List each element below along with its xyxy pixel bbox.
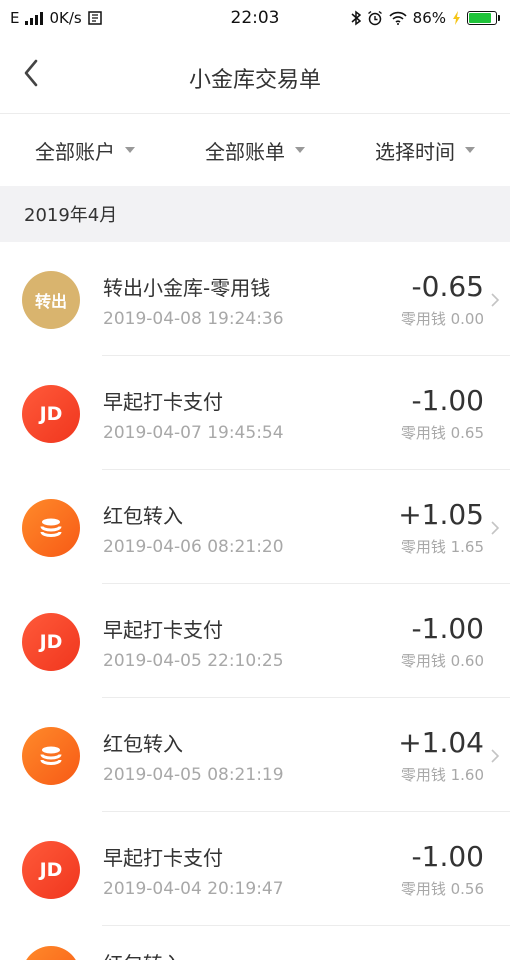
badge-text: JD [39, 403, 63, 425]
transaction-row[interactable]: 红包转入 2019-04-06 08:21:20 +1.05 零用钱 1.65 [0, 470, 510, 584]
transaction-title: 转出小金库-零用钱 [103, 276, 271, 300]
balance-after: 零用钱 1.65 [400, 538, 484, 556]
transaction-amount: -1.00 [411, 384, 484, 417]
wifi-icon [389, 11, 407, 25]
transaction-row[interactable]: JD 早起打卡支付 2019-04-07 19:45:54 -1.00 零用钱 … [0, 356, 510, 470]
balance-after: 零用钱 0.60 [400, 652, 484, 670]
filter-bar: 全部账户 全部账单 选择时间 [0, 114, 510, 186]
transaction-time: 2019-04-04 20:19:47 [103, 879, 284, 899]
transaction-title: 红包转入 [103, 732, 183, 756]
balance-after: 零用钱 0.56 [400, 880, 484, 898]
coins-icon [22, 946, 80, 960]
balance-after: 零用钱 1.60 [400, 766, 484, 784]
transaction-title: 早起打卡支付 [103, 390, 223, 414]
month-label: 2019年4月 [24, 205, 118, 226]
filter-label: 全部账户 [35, 139, 115, 164]
filter-bill-dropdown[interactable]: 全部账单 [170, 136, 340, 165]
transaction-title: 红包转入 [103, 948, 183, 960]
dropdown-arrow-icon [295, 147, 305, 153]
filter-account-dropdown[interactable]: 全部账户 [0, 136, 170, 165]
charging-icon [453, 11, 460, 25]
chevron-right-icon [491, 749, 500, 763]
dropdown-arrow-icon [125, 147, 135, 153]
battery-percent: 86% [412, 9, 446, 27]
page-title: 小金库交易单 [188, 68, 321, 93]
transaction-row[interactable]: JD 早起打卡支付 2019-04-05 22:10:25 -1.00 零用钱 … [0, 584, 510, 698]
transaction-title: 早起打卡支付 [103, 618, 223, 642]
transaction-amount: -1.00 [411, 840, 484, 873]
balance-after: 零用钱 0.65 [400, 424, 484, 442]
transaction-amount: +1.04 [398, 726, 484, 759]
bluetooth-icon [351, 10, 361, 26]
chevron-right-icon [491, 521, 500, 535]
balance-after: 零用钱 0.00 [400, 310, 484, 328]
transaction-time: 2019-04-06 08:21:20 [103, 537, 284, 557]
chevron-right-icon [491, 293, 500, 307]
nav-bar: 小金库交易单 [0, 36, 510, 114]
badge-text: JD [39, 859, 63, 881]
dropdown-arrow-icon [465, 147, 475, 153]
screenshot-icon [87, 11, 102, 25]
filter-label: 选择时间 [375, 139, 455, 164]
transaction-amount: +1.05 [398, 498, 484, 531]
filter-label: 全部账单 [205, 139, 285, 164]
transaction-row[interactable]: 红包转入 2019-04-05 08:21:19 +1.04 零用钱 1.60 [0, 698, 510, 812]
badge-text: JD [39, 631, 63, 653]
jd-badge: JD [22, 613, 80, 671]
coins-icon [22, 499, 80, 557]
coins-icon [22, 727, 80, 785]
transaction-title: 红包转入 [103, 504, 183, 528]
transaction-amount: -1.00 [411, 612, 484, 645]
transaction-time: 2019-04-05 22:10:25 [103, 651, 284, 671]
transaction-amount: -0.65 [411, 270, 484, 303]
transaction-title: 早起打卡支付 [103, 846, 223, 870]
jd-badge: JD [22, 841, 80, 899]
transaction-time: 2019-04-05 08:21:19 [103, 765, 284, 785]
status-bar: E 0K/s 22:03 86% [0, 0, 510, 36]
transaction-list: 转出 转出小金库-零用钱 2019-04-08 19:24:36 -0.65 零… [0, 242, 510, 926]
filter-time-dropdown[interactable]: 选择时间 [340, 136, 510, 165]
jd-badge: JD [22, 385, 80, 443]
badge-text: 转出 [34, 292, 67, 311]
status-right: 86% [351, 9, 500, 27]
status-left: E 0K/s [10, 9, 102, 27]
transaction-row[interactable]: 转出 转出小金库-零用钱 2019-04-08 19:24:36 -0.65 零… [0, 242, 510, 356]
battery-icon [467, 11, 500, 25]
month-header: 2019年4月 [0, 186, 510, 242]
signal-icon [25, 11, 44, 25]
carrier-label: E [10, 9, 20, 27]
alarm-icon [367, 10, 382, 26]
transaction-row-partial[interactable]: 红包转入 [0, 926, 510, 960]
transaction-time: 2019-04-07 19:45:54 [103, 423, 284, 443]
network-speed: 0K/s [49, 9, 82, 27]
transaction-time: 2019-04-08 19:24:36 [103, 309, 284, 329]
transfer-out-badge: 转出 [22, 271, 80, 329]
transaction-row[interactable]: JD 早起打卡支付 2019-04-04 20:19:47 -1.00 零用钱 … [0, 812, 510, 926]
